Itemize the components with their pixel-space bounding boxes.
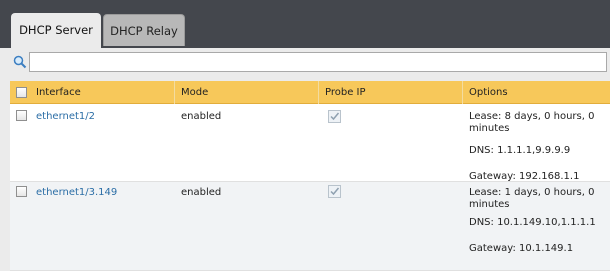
select-all-checkbox[interactable] [16,87,27,98]
search-icon[interactable] [13,55,27,69]
probe-ip-checkbox [328,185,341,198]
search-input[interactable] [29,52,607,72]
dhcp-server-table: Interface Mode Probe IP Options ethernet… [10,81,610,271]
column-header-options[interactable]: Options [463,81,610,104]
column-header-interface[interactable]: Interface [30,81,175,104]
probe-ip-checkbox [328,110,341,123]
interface-link[interactable]: ethernet1/3.149 [36,187,117,199]
mode-value: enabled [181,111,222,122]
options-dns: DNS: 10.1.149.10,1.1.1.1 [469,217,596,228]
table-header: Interface Mode Probe IP Options [10,81,610,104]
check-icon [330,112,340,121]
interface-link[interactable]: ethernet1/2 [36,111,95,123]
options-lease: Lease: 8 days, 0 hours, 0 minutes [469,111,595,134]
mode-value: enabled [181,187,222,198]
content-panel: Interface Mode Probe IP Options ethernet… [0,48,610,271]
top-bar: DHCP Server DHCP Relay [0,0,610,48]
options-gateway: Gateway: 10.1.149.1 [469,243,574,254]
row-select-checkbox[interactable] [16,110,27,121]
search-bar [0,51,610,73]
column-header-probe-ip[interactable]: Probe IP [319,81,463,104]
tab-dhcp-relay[interactable]: DHCP Relay [103,14,185,46]
options-dns: DNS: 1.1.1.1,9.9.9.9 [469,145,571,156]
table-row[interactable]: ethernet1/3.149 enabled Lease: 1 days, 0… [10,182,610,271]
table-row[interactable]: ethernet1/2 enabled Lease: 8 days, 0 hou… [10,104,610,182]
options-lease: Lease: 1 days, 0 hours, 0 minutes [469,187,595,210]
tab-dhcp-server[interactable]: DHCP Server [11,13,101,48]
row-select-checkbox[interactable] [16,186,27,197]
column-header-mode[interactable]: Mode [175,81,319,104]
check-icon [330,187,340,196]
